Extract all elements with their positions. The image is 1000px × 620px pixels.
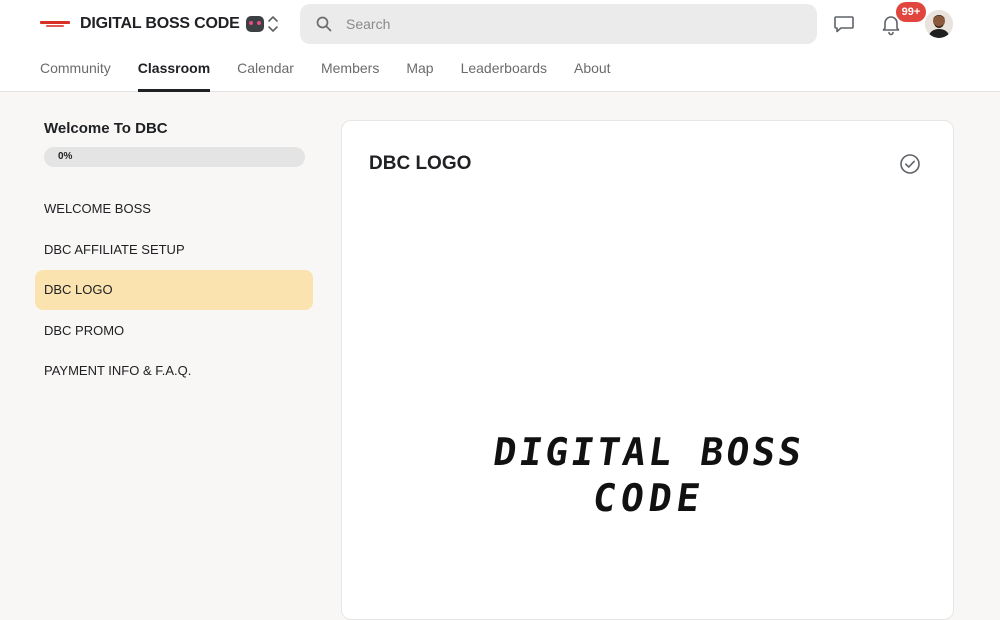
lesson-item-welcome-boss[interactable]: WELCOME BOSS	[35, 189, 313, 229]
lesson-list: WELCOME BOSS DBC AFFILIATE SETUP DBC LOG…	[35, 189, 315, 391]
check-circle-icon[interactable]	[899, 153, 921, 175]
lesson-item-affiliate-setup[interactable]: DBC AFFILIATE SETUP	[35, 230, 313, 270]
course-progress-bar: 0%	[44, 147, 305, 167]
course-title: Welcome To DBC	[44, 120, 168, 137]
chat-bubble-icon[interactable]	[832, 12, 856, 36]
notification-badge: 99+	[896, 2, 926, 22]
lesson-title: DBC LOGO	[369, 153, 472, 174]
course-sidebar: Welcome To DBC 0% WELCOME BOSS DBC AFFIL…	[35, 120, 315, 392]
dbc-logo-image: DIGITAL BOSS CODE	[490, 431, 807, 521]
tab-members[interactable]: Members	[321, 50, 379, 92]
logo-line-2: CODE	[590, 477, 708, 521]
avatar[interactable]	[925, 10, 953, 38]
tab-map[interactable]: Map	[406, 50, 433, 92]
brand[interactable]: DIGITAL BOSS CODE	[40, 10, 264, 38]
logo-line-1: DIGITAL BOSS	[490, 431, 807, 475]
search-bar[interactable]	[300, 4, 817, 44]
robot-emoji-icon	[245, 16, 264, 32]
lesson-item-dbc-promo[interactable]: DBC PROMO	[35, 311, 313, 351]
brand-logo-icon	[40, 19, 70, 29]
lesson-item-payment-faq[interactable]: PAYMENT INFO & F.A.Q.	[35, 351, 313, 391]
search-icon	[316, 16, 332, 32]
progress-label: 0%	[58, 151, 73, 162]
top-bar: DIGITAL BOSS CODE 99+ Community	[0, 0, 1000, 92]
search-input[interactable]	[346, 16, 746, 32]
tab-community[interactable]: Community	[40, 50, 111, 92]
tab-calendar[interactable]: Calendar	[237, 50, 294, 92]
tab-about[interactable]: About	[574, 50, 611, 92]
tab-classroom[interactable]: Classroom	[137, 50, 211, 92]
tab-leaderboards[interactable]: Leaderboards	[461, 50, 547, 92]
brand-name: DIGITAL BOSS CODE	[80, 15, 240, 32]
lesson-item-dbc-logo[interactable]: DBC LOGO	[35, 270, 313, 310]
chevron-up-down-icon[interactable]	[262, 12, 284, 36]
main-nav: Community Classroom Calendar Members Map…	[40, 50, 638, 92]
lesson-content-card: DBC LOGO DIGITAL BOSS CODE	[341, 120, 954, 620]
